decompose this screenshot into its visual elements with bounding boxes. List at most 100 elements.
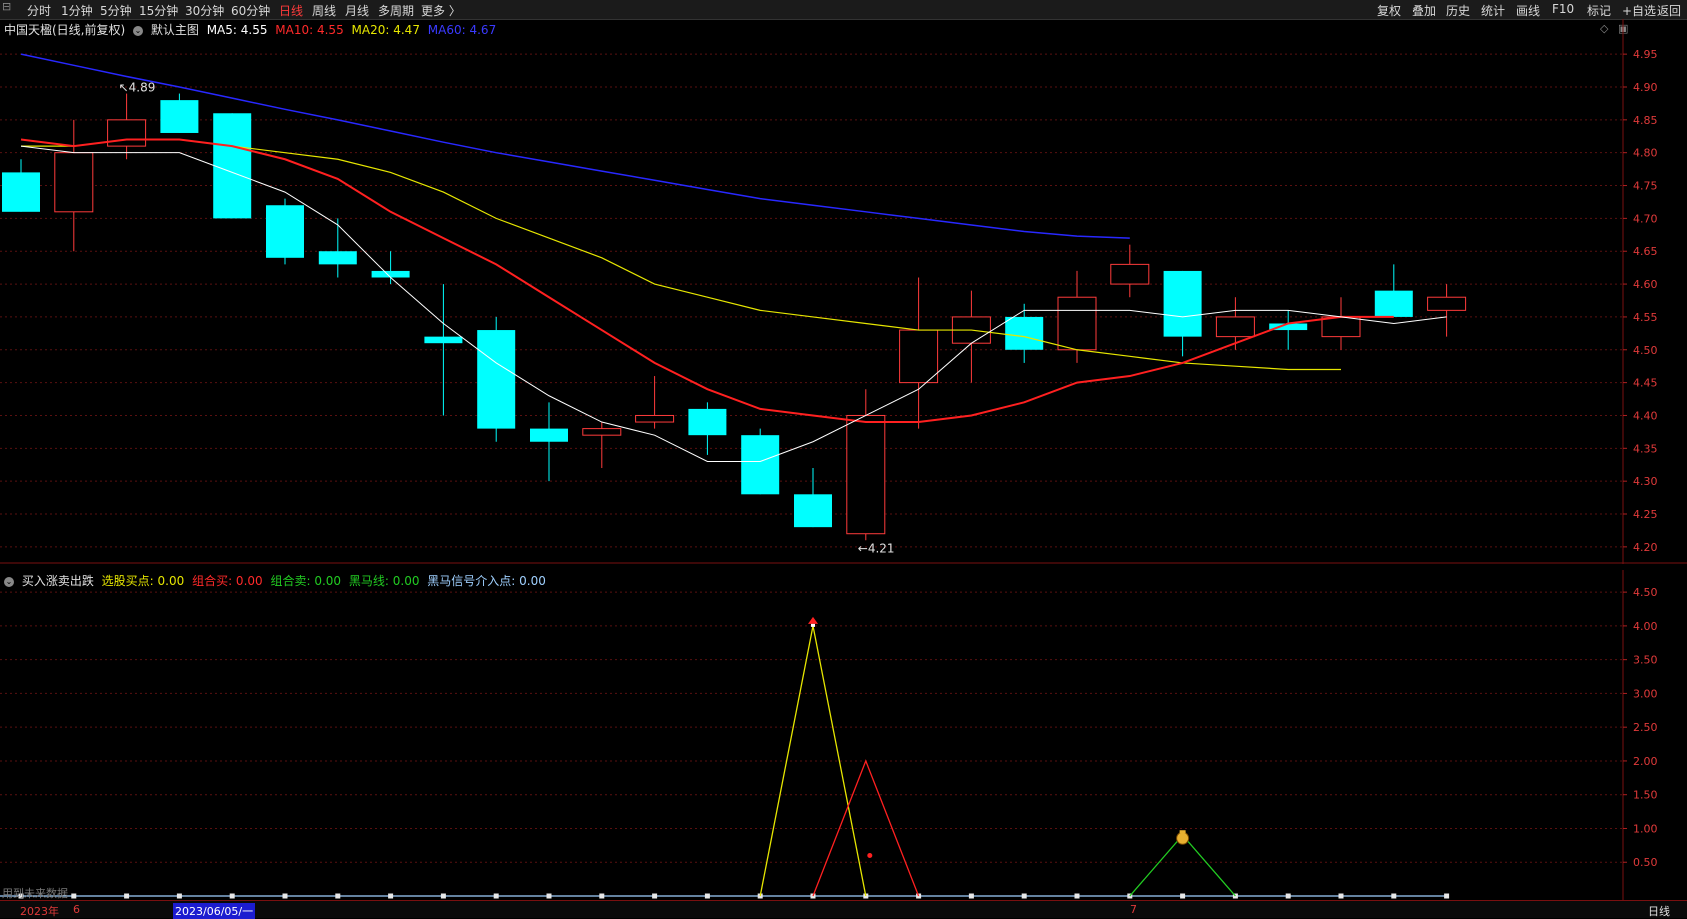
y-tick-label: 4.75: [1633, 180, 1658, 193]
ma60-line: [20, 53, 1130, 239]
baseline-marker: [968, 893, 974, 899]
baseline-marker: [388, 893, 394, 899]
y-tick-label: 4.45: [1633, 377, 1658, 390]
baseline-marker: [71, 893, 77, 899]
toolbar-button-2[interactable]: 历史: [1446, 2, 1470, 19]
y-tick-label: 4.55: [1633, 311, 1658, 324]
indicator-chart[interactable]: 4.50 4.00 3.50 3.00 2.50 2.00 1.50 1.00 0.50: [0, 570, 1687, 900]
baseline-marker: [1285, 893, 1291, 899]
baseline-marker: [599, 893, 605, 899]
candle-body: [1057, 296, 1097, 351]
toolbar-button-5[interactable]: F10: [1552, 2, 1574, 16]
y-tick-label: 1.00: [1633, 822, 1658, 835]
period-tab-3[interactable]: 15分钟: [139, 2, 178, 19]
toolbar-button-7[interactable]: +自选: [1622, 2, 1656, 19]
baseline-marker: [1338, 893, 1344, 899]
y-tick-label: 4.95: [1633, 48, 1658, 61]
candle-body: [1215, 316, 1255, 338]
y-tick-label: 4.50: [1633, 586, 1658, 599]
axis-month-6: 6: [73, 903, 80, 916]
future-data-watermark: 用到未来数据: [2, 887, 68, 900]
baseline-marker: [652, 893, 658, 899]
y-tick-label: 4.40: [1633, 409, 1658, 422]
baseline-marker: [1180, 893, 1186, 899]
toolbar-button-3[interactable]: 统计: [1481, 2, 1505, 19]
candle-body: [688, 408, 727, 436]
y-tick-label: 1.50: [1633, 789, 1658, 802]
period-tab-7[interactable]: 周线: [312, 2, 336, 19]
y-tick-label: 2.00: [1633, 755, 1658, 768]
candle-body: [635, 414, 675, 423]
candle-body: [1374, 290, 1413, 317]
baseline-marker: [704, 893, 710, 899]
candle-body: [266, 205, 304, 258]
candle-body: [2, 172, 40, 212]
money-bag-icon: [1176, 831, 1190, 845]
y-tick-label: 4.70: [1633, 212, 1658, 225]
baseline-marker: [493, 893, 499, 899]
toolbar-button-4[interactable]: 画线: [1516, 2, 1540, 19]
y-tick-label: 4.00: [1633, 620, 1658, 633]
signal-dot: [867, 852, 873, 858]
baseline-marker: [229, 893, 235, 899]
y-tick-label: 4.85: [1633, 114, 1658, 127]
period-toolbar: ⊟ 分时 1分钟 5分钟 15分钟 30分钟 60分钟 日线 周线 月线 多周期 更多 〉 复权 叠加…: [0, 0, 1687, 20]
candle-body: [213, 113, 252, 219]
candle-body: [477, 330, 516, 429]
period-tab-8[interactable]: 月线: [345, 2, 369, 19]
y-tick-label: 4.25: [1633, 508, 1658, 521]
money-bag-knot: [1179, 830, 1186, 834]
candle-body: [899, 329, 939, 384]
baseline-marker: [546, 893, 552, 899]
y-tick-label: 4.20: [1633, 541, 1658, 554]
candle-body: [424, 336, 463, 344]
period-tab-0[interactable]: 分时: [27, 2, 51, 19]
price-annotation: ←4.21: [858, 541, 895, 555]
candle-body: [741, 435, 780, 495]
y-tick-label: 0.50: [1633, 856, 1658, 869]
period-tab-6[interactable]: 日线: [279, 2, 303, 19]
candle-body: [54, 152, 94, 213]
candle-body: [530, 428, 568, 442]
baseline-marker: [1391, 893, 1397, 899]
y-tick-label: 3.00: [1633, 687, 1658, 700]
toolbar-button-6[interactable]: 标记: [1587, 2, 1611, 19]
buy-arrow-icon: [808, 616, 818, 624]
toolbar-button-0[interactable]: 复权: [1377, 2, 1401, 19]
axis-month-7: 7: [1130, 903, 1137, 916]
candle-body: [1163, 270, 1202, 337]
candle-body: [160, 100, 199, 133]
toolbar-button-8[interactable]: 返回: [1657, 2, 1681, 19]
period-tab-5[interactable]: 60分钟: [231, 2, 270, 19]
baseline-marker: [440, 893, 446, 899]
baseline-marker: [1074, 893, 1080, 899]
candle-body: [582, 428, 622, 436]
candle-body: [794, 494, 832, 528]
y-tick-label: 4.80: [1633, 147, 1658, 160]
y-tick-label: 4.60: [1633, 278, 1658, 291]
candle-body: [846, 414, 886, 535]
toolbar-button-1[interactable]: 叠加: [1412, 2, 1436, 19]
period-tab-1[interactable]: 1分钟: [61, 2, 93, 19]
price-annotation: ↖4.89: [119, 81, 156, 95]
baseline-marker: [176, 893, 182, 899]
y-tick-label: 4.50: [1633, 344, 1658, 357]
period-tab-4[interactable]: 30分钟: [185, 2, 224, 19]
buy-arrow-base: [811, 623, 815, 627]
y-tick-label: 3.50: [1633, 654, 1658, 667]
baseline-marker: [335, 893, 341, 899]
y-tick-label: 4.65: [1633, 245, 1658, 258]
window-menu-icon[interactable]: ⊟: [2, 0, 11, 13]
candlestick-chart[interactable]: 4.95 4.90 4.85 4.80 4.75 4.70 4.65 4.60 4.55 4.50…: [0, 19, 1687, 564]
candle-body: [1321, 316, 1361, 338]
period-tab-2[interactable]: 5分钟: [100, 2, 132, 19]
baseline-marker: [282, 893, 288, 899]
period-tab-9[interactable]: 多周期: [378, 2, 414, 19]
y-tick-label: 2.50: [1633, 721, 1658, 734]
y-tick-label: 4.90: [1633, 81, 1658, 94]
baseline-marker: [1021, 893, 1027, 899]
candle-body: [318, 251, 357, 265]
period-tab-10[interactable]: 更多 〉: [421, 2, 461, 19]
candle-body: [1005, 316, 1044, 350]
candle-body: [371, 270, 410, 278]
